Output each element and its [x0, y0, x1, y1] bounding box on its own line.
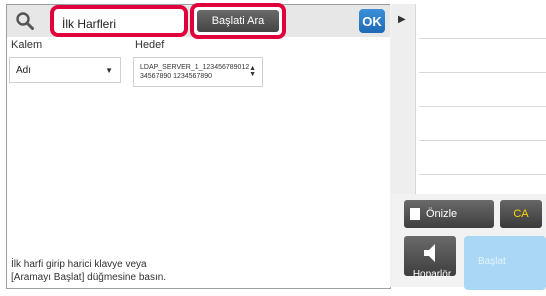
divider	[419, 38, 546, 39]
collapse-tab[interactable]: ▶	[391, 4, 416, 194]
hedef-label: Hedef	[135, 39, 165, 51]
kalem-label: Kalem	[11, 39, 43, 51]
speaker-icon	[424, 244, 435, 262]
preview-area: ▶	[391, 4, 546, 194]
start-search-highlight: Başlati Ara	[190, 3, 286, 39]
help-line-2: [Aramayı Başlat] düğmesine basın.	[11, 272, 167, 283]
preview-button[interactable]: Önizle	[404, 200, 494, 228]
chevron-down-icon: ▼	[105, 66, 113, 75]
ok-button[interactable]: OK	[359, 9, 385, 33]
right-panel: ▶ Önizle CA Hoparlör Başlat	[390, 4, 546, 290]
search-input[interactable]	[62, 15, 180, 33]
divider	[419, 72, 546, 73]
divider	[419, 106, 546, 107]
kalem-select[interactable]: Adı ▼	[9, 57, 121, 83]
search-toolbar: Başlati Ara OK	[7, 3, 390, 39]
divider	[419, 140, 546, 141]
search-icon[interactable]	[15, 11, 35, 31]
kalem-select-value: Adı	[16, 65, 32, 76]
document-icon	[410, 208, 420, 220]
up-down-arrows-icon: ▲ ▼	[249, 65, 256, 78]
hedef-select[interactable]: LDAP_SERVER_1_12345678901234567890 12345…	[133, 57, 263, 87]
preview-button-label: Önizle	[426, 208, 458, 220]
help-text: İlk harfi girip harici klavye veya [Aram…	[11, 258, 291, 284]
address-search-panel: Başlati Ara OK Kalem Hedef Adı ▼ LDAP_SE…	[6, 3, 391, 289]
start-button[interactable]: Başlat	[464, 236, 546, 290]
help-line-1: İlk harfi girip harici klavye veya	[11, 259, 147, 270]
speaker-label: Hoparlör	[412, 269, 452, 280]
start-button-label: Başlat	[478, 256, 506, 267]
ca-button[interactable]: CA	[500, 200, 542, 228]
expand-arrow-icon: ▶	[398, 14, 406, 25]
divider	[419, 174, 546, 175]
search-input-highlight	[50, 5, 188, 37]
start-search-button[interactable]: Başlati Ara	[197, 10, 279, 32]
hedef-select-value: LDAP_SERVER_1_12345678901234567890 12345…	[140, 64, 250, 80]
screen: Başlati Ara OK Kalem Hedef Adı ▼ LDAP_SE…	[0, 0, 546, 296]
